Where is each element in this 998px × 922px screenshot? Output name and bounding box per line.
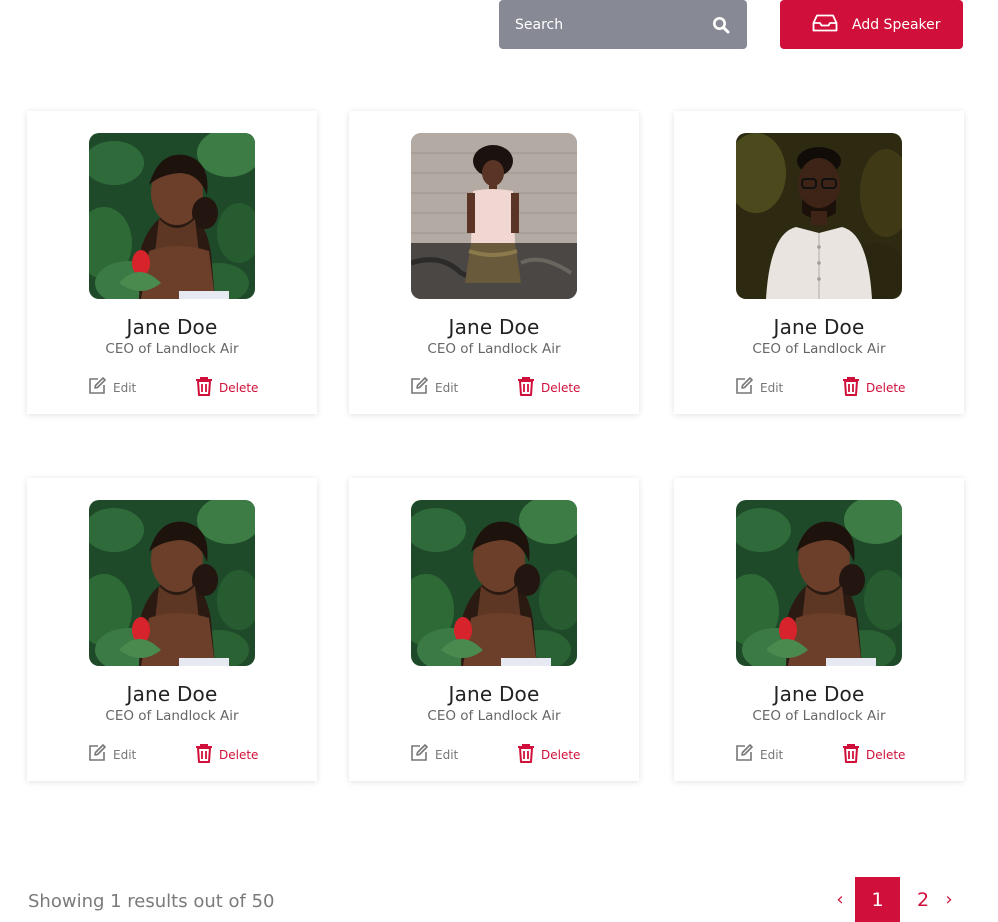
delete-button[interactable]: Delete (517, 376, 580, 399)
edit-button[interactable]: Edit (87, 743, 136, 766)
edit-icon (87, 376, 107, 399)
edit-icon (87, 743, 107, 766)
delete-label: Delete (541, 380, 581, 395)
speaker-card: Jane Doe CEO of Landlock Air Edit Delete (27, 111, 317, 414)
speaker-photo (89, 133, 255, 299)
edit-button[interactable]: Edit (734, 743, 783, 766)
pagination-prev-button[interactable]: ‹ (830, 877, 850, 922)
speaker-name: Jane Doe (773, 682, 865, 706)
delete-label: Delete (541, 747, 581, 762)
edit-icon (409, 743, 429, 766)
edit-icon (734, 743, 754, 766)
speaker-name: Jane Doe (126, 315, 218, 339)
edit-label: Edit (113, 747, 137, 762)
search-bar[interactable] (499, 0, 747, 49)
speaker-role: CEO of Landlock Air (752, 341, 886, 357)
trash-icon (517, 743, 535, 766)
delete-label: Delete (866, 380, 906, 395)
delete-button[interactable]: Delete (195, 743, 258, 766)
pagination-page-1[interactable]: 1 (855, 877, 900, 922)
speaker-name: Jane Doe (773, 315, 865, 339)
speaker-photo (89, 500, 255, 666)
delete-button[interactable]: Delete (842, 376, 905, 399)
delete-label: Delete (866, 747, 906, 762)
speaker-card: Jane Doe CEO of Landlock Air Edit Delete (27, 478, 317, 781)
edit-icon (734, 376, 754, 399)
speaker-card: Jane Doe CEO of Landlock Air Edit Delete (674, 111, 964, 414)
trash-icon (842, 376, 860, 399)
edit-button[interactable]: Edit (734, 376, 783, 399)
speaker-card: Jane Doe CEO of Landlock Air Edit Delete (349, 478, 639, 781)
speaker-role: CEO of Landlock Air (427, 708, 561, 724)
trash-icon (842, 743, 860, 766)
delete-label: Delete (219, 747, 259, 762)
edit-button[interactable]: Edit (409, 743, 458, 766)
speaker-card: Jane Doe CEO of Landlock Air Edit Delete (349, 111, 639, 414)
speaker-name: Jane Doe (448, 315, 540, 339)
add-speaker-label: Add Speaker (852, 16, 941, 33)
edit-label: Edit (113, 380, 137, 395)
edit-label: Edit (435, 380, 459, 395)
edit-label: Edit (760, 747, 784, 762)
pagination-next-button[interactable]: › (940, 877, 958, 922)
results-summary: Showing 1 results out of 50 (28, 891, 275, 912)
card-actions: Edit Delete (349, 743, 639, 767)
speaker-name: Jane Doe (126, 682, 218, 706)
card-actions: Edit Delete (674, 376, 964, 400)
edit-label: Edit (435, 747, 459, 762)
delete-button[interactable]: Delete (195, 376, 258, 399)
card-actions: Edit Delete (27, 376, 317, 400)
search-icon[interactable] (711, 15, 731, 35)
delete-button[interactable]: Delete (842, 743, 905, 766)
inbox-icon (812, 14, 838, 36)
edit-button[interactable]: Edit (87, 376, 136, 399)
speaker-role: CEO of Landlock Air (752, 708, 886, 724)
trash-icon (195, 743, 213, 766)
speaker-photo (736, 500, 902, 666)
delete-label: Delete (219, 380, 259, 395)
trash-icon (195, 376, 213, 399)
card-actions: Edit Delete (349, 376, 639, 400)
speaker-role: CEO of Landlock Air (427, 341, 561, 357)
speaker-photo (411, 133, 577, 299)
search-input[interactable] (515, 16, 711, 33)
speaker-photo (736, 133, 902, 299)
edit-icon (409, 376, 429, 399)
speaker-role: CEO of Landlock Air (105, 341, 239, 357)
edit-label: Edit (760, 380, 784, 395)
trash-icon (517, 376, 535, 399)
speaker-card: Jane Doe CEO of Landlock Air Edit Delete (674, 478, 964, 781)
pagination-page-2[interactable]: 2 (906, 877, 940, 922)
delete-button[interactable]: Delete (517, 743, 580, 766)
speaker-photo (411, 500, 577, 666)
edit-button[interactable]: Edit (409, 376, 458, 399)
speaker-role: CEO of Landlock Air (105, 708, 239, 724)
card-actions: Edit Delete (27, 743, 317, 767)
add-speaker-button[interactable]: Add Speaker (780, 0, 963, 49)
card-actions: Edit Delete (674, 743, 964, 767)
speaker-name: Jane Doe (448, 682, 540, 706)
